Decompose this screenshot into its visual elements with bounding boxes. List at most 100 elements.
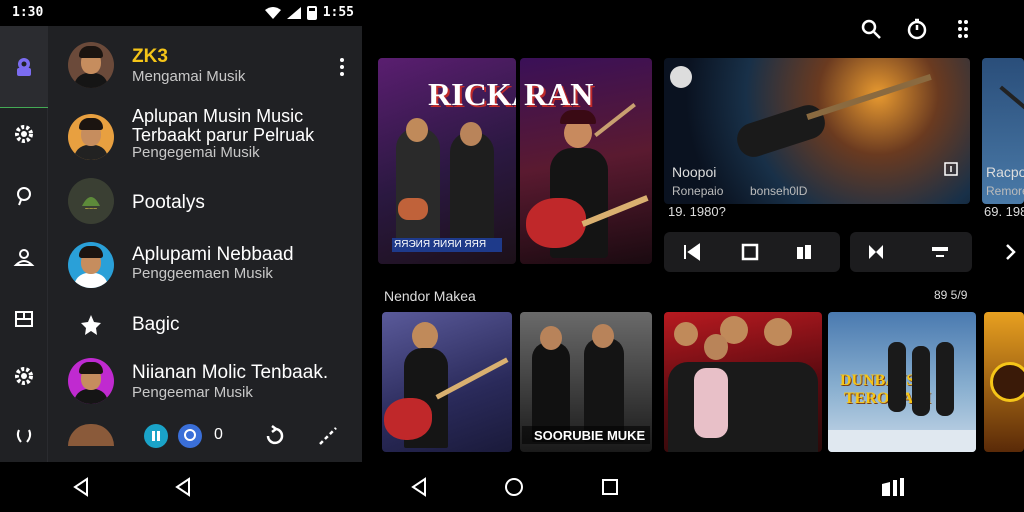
rail-explore-button[interactable]: [0, 176, 48, 216]
list-item-title: Aplupan Musin Music: [132, 106, 304, 126]
album-tile[interactable]: [382, 312, 512, 452]
edit-user-icon: [13, 249, 35, 266]
featured-poster-right[interactable]: RAN: [520, 58, 652, 264]
tile-caption: SOORUBIE MUKE: [534, 428, 646, 443]
list-item[interactable]: ~~~ Pootalys: [48, 176, 362, 236]
featured-poster-left[interactable]: RICKAM ЯЯЭИЯ ЯИЯИ ЯЯЯ: [378, 58, 516, 264]
back-icon[interactable]: [70, 476, 92, 498]
expand-icon[interactable]: [316, 424, 340, 448]
side-title: Racpo: [986, 164, 1024, 180]
album-tile[interactable]: [664, 312, 822, 452]
queue-icon[interactable]: [740, 242, 760, 262]
section-right-label: 89 5/9: [934, 288, 968, 302]
back-icon[interactable]: [408, 476, 430, 498]
bottom-actions: 0: [48, 424, 362, 452]
playback-controls-2: [850, 232, 972, 272]
rotate-icon[interactable]: [262, 424, 286, 448]
list-item-title: Niianan Molic Tenbaak.: [132, 362, 329, 383]
volume-bars-icon[interactable]: [880, 476, 910, 498]
avatar: [68, 42, 114, 88]
list-item-title: ZK3: [132, 46, 168, 67]
list-item[interactable]: Bagic: [48, 298, 362, 358]
rail-more-button[interactable]: [0, 416, 48, 456]
status-clock: 1:55: [322, 5, 354, 20]
list-item[interactable]: Aplupami Nebbaad Penggeemaen Musik: [48, 240, 362, 300]
home-icon[interactable]: [503, 476, 525, 498]
playlist-icon[interactable]: [794, 242, 814, 262]
gear-icon: [15, 125, 33, 143]
status-time: 1:30: [12, 5, 44, 20]
poster-title-2: RAN: [524, 76, 594, 112]
list-item-subtitle: Penggeemaen Musik: [132, 265, 273, 282]
avatar: [68, 114, 114, 160]
list-item-title-line2: Terbaakt parur Pelruak: [132, 125, 315, 145]
rail-library-button[interactable]: [0, 299, 48, 339]
album-tile[interactable]: [984, 312, 1024, 452]
more-grid-icon[interactable]: [952, 18, 974, 40]
rail-home-button[interactable]: [0, 26, 48, 108]
action-count: 0: [214, 426, 223, 443]
settings-icon: [15, 367, 33, 385]
list-item-title: Pootalys: [132, 192, 205, 213]
battery-icon: [306, 5, 317, 20]
prev-icon[interactable]: [682, 242, 702, 262]
concert-title: Noopoi: [672, 164, 717, 180]
list-item[interactable]: Aplupan Musin Music Terbaakt parur Pelru…: [48, 104, 362, 168]
signal-icon: [286, 6, 301, 19]
album-tile[interactable]: SOORUBIE MUKE: [520, 312, 652, 452]
refresh-icon: [16, 429, 32, 443]
concert-meta: Ronepaio: [672, 184, 724, 198]
artist-list: ZK3 Mengamai Musik Aplupan Musin Music T…: [48, 26, 362, 462]
cast-icon[interactable]: [930, 242, 950, 262]
rail-prefs-button[interactable]: [0, 356, 48, 396]
recents-icon[interactable]: [599, 476, 621, 498]
list-item[interactable]: Niianan Molic Tenbaak. Pengeemar Musik: [48, 356, 362, 416]
status-icons: 1:55: [264, 5, 354, 20]
bars-icon[interactable]: [144, 424, 168, 448]
chevron-right-icon[interactable]: [1000, 242, 1020, 262]
playback-controls: [664, 232, 840, 272]
list-item-subtitle: Mengamai Musik: [132, 68, 246, 85]
poster-title: RICKAM: [428, 76, 516, 112]
album-logo-icon: ~~~: [68, 178, 114, 224]
nav-rail: [0, 26, 48, 462]
featured-concert-image[interactable]: [664, 58, 970, 204]
chat-icon[interactable]: [178, 424, 202, 448]
avatar: [68, 424, 114, 446]
svg-text:~~~: ~~~: [85, 206, 97, 213]
list-item-title: Bagic: [132, 314, 180, 335]
list-item-subtitle: Pengegemai Musik: [132, 144, 260, 161]
more-vert-icon[interactable]: [340, 58, 344, 76]
status-bar: 1:30 1:55: [0, 0, 362, 26]
location-icon: [17, 187, 31, 206]
star-icon: [81, 315, 101, 335]
skip-icon[interactable]: [866, 242, 886, 262]
album-tile[interactable]: DUNBAVS TEROOARI: [828, 312, 976, 452]
side-date: 69. 1980: [984, 204, 1024, 219]
section-title: Nendor Makea: [384, 288, 476, 304]
avatar: [68, 242, 114, 288]
back-icon[interactable]: [172, 476, 194, 498]
grid-icon: [15, 311, 33, 327]
list-item-subtitle: Pengeemar Musik: [132, 384, 253, 401]
rail-profile-button[interactable]: [0, 237, 48, 277]
right-nav-bar: [362, 462, 1024, 512]
timer-icon[interactable]: [906, 18, 928, 40]
info-icon[interactable]: [944, 162, 958, 176]
list-item-title: Aplupami Nebbaad: [132, 244, 294, 265]
rail-settings-button[interactable]: [0, 114, 48, 154]
search-icon[interactable]: [860, 18, 882, 40]
concert-meta-right: bonseh0lD: [750, 184, 808, 198]
list-item[interactable]: ZK3 Mengamai Musik: [48, 40, 362, 100]
poster-caption: ЯЯЭИЯ ЯИЯИ ЯЯЯ: [394, 239, 487, 250]
avatar: ~~~: [68, 178, 114, 224]
top-action-icons: [860, 18, 974, 40]
left-panel: 1:30 1:55 ZK3 Mengamai Musik Aplupan Mus…: [0, 0, 362, 462]
wifi-icon: [264, 6, 281, 19]
music-app-icon: [17, 57, 31, 76]
left-nav-bar: [0, 462, 362, 512]
featured-side-image[interactable]: [982, 58, 1024, 204]
concert-date: 19. 1980?: [668, 204, 726, 219]
side-meta: Remore: [986, 184, 1024, 198]
avatar: [68, 358, 114, 404]
